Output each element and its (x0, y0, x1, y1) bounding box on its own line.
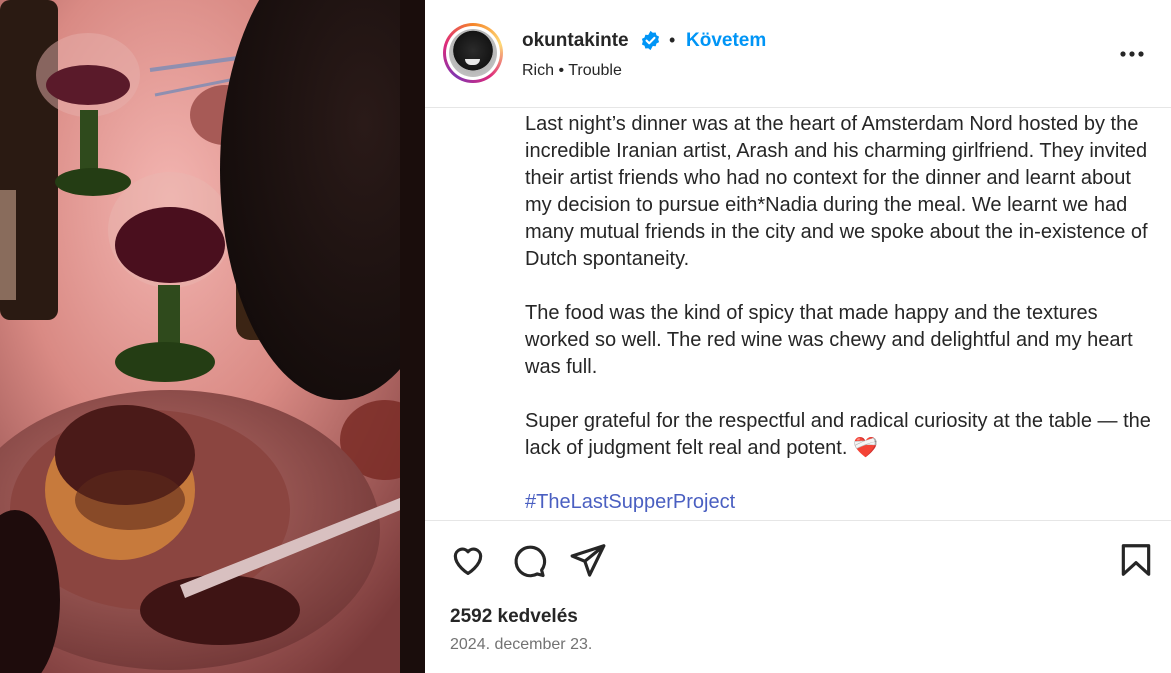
audio-info[interactable]: Rich • Trouble (522, 62, 622, 80)
comment-icon[interactable] (509, 541, 547, 579)
post-header: okuntakinte • Követem Rich • Trouble (425, 0, 1171, 108)
post-panel: okuntakinte • Követem Rich • Trouble Las… (425, 0, 1171, 673)
follow-button[interactable]: Követem (686, 30, 766, 52)
avatar-image (449, 29, 497, 77)
action-bar: 2592 kedvelés 2024. december 23. (425, 520, 1171, 673)
hashtag-link[interactable]: #TheLastSupperProject (525, 491, 735, 513)
post-image[interactable] (0, 0, 425, 673)
avatar[interactable] (443, 23, 503, 83)
username[interactable]: okuntakinte (522, 30, 629, 52)
heart-icon[interactable] (449, 541, 487, 579)
caption-paragraph: The food was the kind of spicy that made… (525, 302, 1133, 378)
separator-dot: • (669, 30, 676, 50)
caption-paragraph: Last night’s dinner was at the heart of … (525, 113, 1148, 270)
caption-paragraph: Super grateful for the respectful and ra… (525, 410, 1151, 459)
post-caption: Last night’s dinner was at the heart of … (525, 111, 1155, 519)
likes-count[interactable]: 2592 kedvelés (450, 606, 578, 628)
more-options-icon[interactable] (1118, 40, 1146, 68)
dinner-photo (0, 0, 425, 673)
verified-badge-icon (641, 30, 660, 51)
bookmark-icon[interactable] (1117, 541, 1155, 579)
share-icon[interactable] (569, 541, 607, 579)
post-date[interactable]: 2024. december 23. (450, 636, 592, 654)
